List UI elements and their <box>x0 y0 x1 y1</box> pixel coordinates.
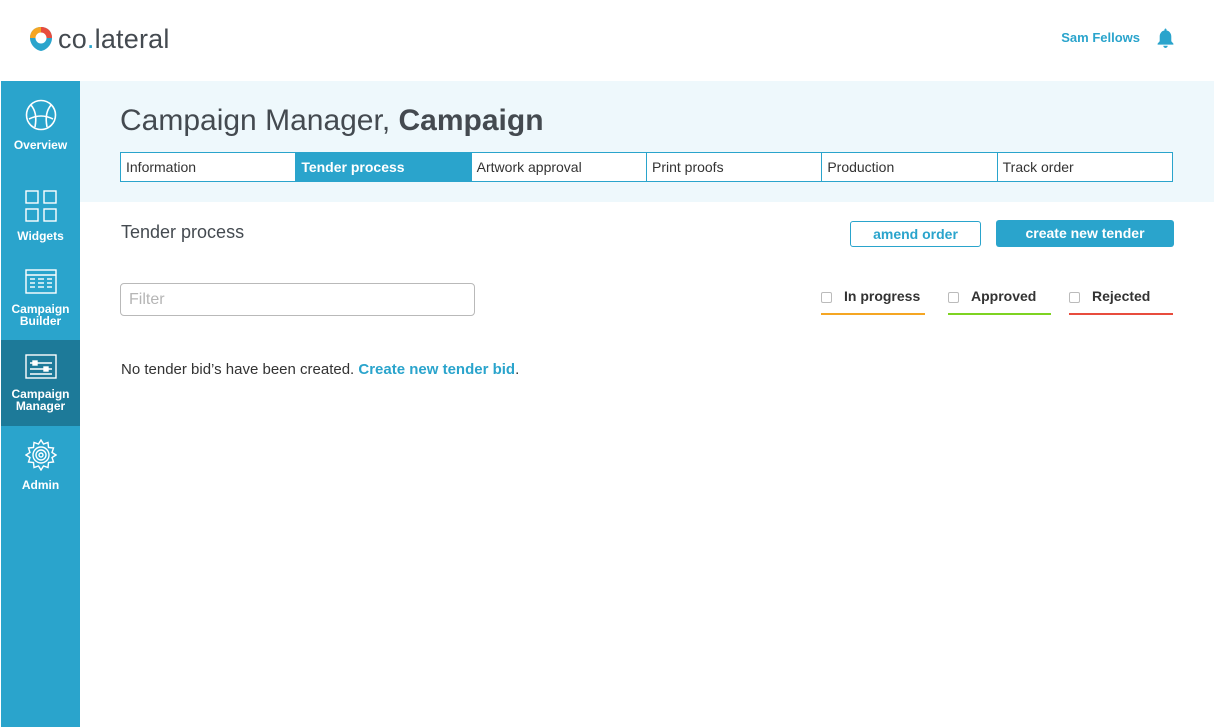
checkbox[interactable] <box>948 292 959 303</box>
tab-track-order[interactable]: Track order <box>998 153 1172 181</box>
empty-state-message: No tender bid’s have been created. Creat… <box>121 361 520 378</box>
checkbox[interactable] <box>1069 292 1080 303</box>
gear-icon <box>24 439 57 471</box>
status-filter-approved[interactable]: Approved <box>948 288 1051 315</box>
globe-icon <box>25 99 56 131</box>
logo-text: co.lateral <box>58 24 170 54</box>
sidebar-nav: Overview Widgets Campaign Builder Campai… <box>1 81 80 727</box>
amend-order-button[interactable]: amend order <box>850 221 981 247</box>
status-underline <box>821 313 925 315</box>
page-header: Campaign Manager, Campaign Information T… <box>80 81 1214 202</box>
sidebar-item-label: Admin <box>21 478 60 492</box>
status-underline <box>948 313 1051 315</box>
tab-print-proofs[interactable]: Print proofs <box>647 153 823 181</box>
create-new-tender-button[interactable]: create new tender <box>996 220 1174 247</box>
top-bar: co.lateral Sam Fellows <box>0 0 1214 81</box>
page-title: Campaign Manager, Campaign <box>120 104 544 137</box>
sidebar-item-label: Overview <box>13 138 68 152</box>
bell-icon[interactable] <box>1155 27 1176 49</box>
logo-mark-icon <box>30 27 52 51</box>
tab-tender-process[interactable]: Tender process <box>296 153 472 181</box>
create-tender-bid-link[interactable]: Create new tender bid <box>358 361 515 378</box>
tab-information[interactable]: Information <box>121 153 297 181</box>
tab-artwork-approval[interactable]: Artwork approval <box>472 153 647 181</box>
sidebar-item-label: Campaign Manager <box>11 387 70 413</box>
sidebar-item-overview[interactable]: Overview <box>1 99 80 169</box>
status-label: Approved <box>971 288 1037 304</box>
checkbox[interactable] <box>821 292 832 303</box>
colateral-logo[interactable]: co.lateral <box>29 24 170 54</box>
sliders-icon <box>24 354 57 379</box>
sidebar-item-label: Widgets <box>17 229 64 243</box>
status-filter-rejected[interactable]: Rejected <box>1069 288 1173 315</box>
tab-bar: Information Tender process Artwork appro… <box>120 152 1173 182</box>
section-title: Tender process <box>121 222 245 242</box>
status-underline <box>1069 313 1173 315</box>
sidebar-item-widgets[interactable]: Widgets <box>1 190 80 260</box>
filter-input[interactable] <box>120 283 475 316</box>
status-label: Rejected <box>1092 288 1151 304</box>
sidebar-item-admin[interactable]: Admin <box>1 439 80 509</box>
tab-production[interactable]: Production <box>822 153 998 181</box>
sidebar-item-campaign-manager[interactable]: Campaign Manager <box>1 340 80 426</box>
user-name-link[interactable]: Sam Fellows <box>1061 30 1140 45</box>
calendar-icon <box>24 269 57 294</box>
status-label: In progress <box>844 288 921 304</box>
sidebar-item-campaign-builder[interactable]: Campaign Builder <box>1 269 80 339</box>
sidebar-item-label: Campaign Builder <box>11 302 70 328</box>
status-filter-in-progress[interactable]: In progress <box>821 288 925 315</box>
grid-icon <box>24 190 57 222</box>
